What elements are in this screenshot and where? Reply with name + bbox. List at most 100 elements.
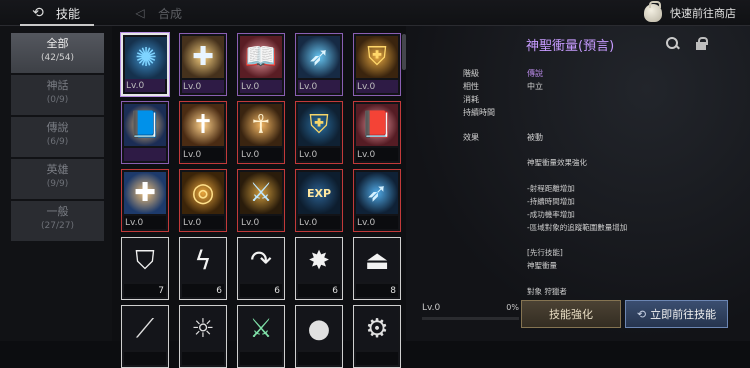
slot-count: 8 <box>390 286 396 296</box>
shield-outline-icon: ⛉ <box>124 240 166 282</box>
skill-detail-panel: 神聖衝量(預言) 階級 傳說 相性 中立 消耗 持續時間 效果 被動 神聖衝量效… <box>406 26 750 341</box>
slot-level: Lv.0 <box>183 150 202 160</box>
skill-slot[interactable]: ☼ <box>179 305 227 368</box>
skill-slot[interactable]: ↷ 6 <box>237 237 285 300</box>
category-all[interactable]: 全部 (42/54) <box>11 33 104 73</box>
wing-slash-icon: ➶ <box>356 172 398 214</box>
slot-level: Lv.0 <box>126 81 145 91</box>
skill-slot[interactable]: ⚔ Lv.0 <box>237 169 285 232</box>
shield-x-blue-icon: ⛨ <box>298 104 340 146</box>
go-to-skill-label: 立即前往技能 <box>650 308 717 321</box>
description-line: -成功機率增加 <box>527 210 575 219</box>
golden-orb-icon: ◎ <box>182 172 224 214</box>
weight-icon: ⏏ <box>356 240 398 282</box>
skill-slot[interactable]: 📕 Lv.0 <box>353 101 401 164</box>
slot-level: Lv.0 <box>183 218 202 228</box>
holy-book-red-icon: 📕 <box>356 104 398 146</box>
stat-value: 中立 <box>527 82 543 91</box>
description-line: -區域對象的追蹤範圍數量增加 <box>527 223 628 232</box>
skill-slot[interactable]: ◎ Lv.0 <box>179 169 227 232</box>
category-count: (27/27) <box>41 221 74 231</box>
slot-level: Lv.0 <box>299 82 318 92</box>
skill-slot[interactable]: ⚔ <box>237 305 285 368</box>
holy-star-icon: ✺ <box>125 37 167 79</box>
swirl-icon: ⟲ <box>636 307 647 321</box>
category-count: (9/9) <box>46 179 69 189</box>
skill-slot[interactable]: ϟ6 <box>179 237 227 300</box>
craft-icon: ◁ <box>135 6 145 20</box>
skill-slot[interactable]: ⛨ Lv.0 <box>295 101 343 164</box>
category-legendary[interactable]: 傳說 (6/9) <box>11 117 104 157</box>
slot-level: Lv.0 <box>299 150 318 160</box>
slot-level: Lv.0 <box>299 218 318 228</box>
gear-icon: ⚙ <box>356 308 398 350</box>
stat-key: 消耗 <box>463 95 479 104</box>
search-icon[interactable] <box>666 37 680 51</box>
description-line: 神聖衝量 <box>527 261 557 270</box>
tab-skills[interactable]: ⟲ 技能 <box>19 0 95 26</box>
shop-link-button[interactable]: 快速前往商店 <box>644 1 736 24</box>
category-count: (6/9) <box>46 137 69 147</box>
slot-level: Lv.0 <box>183 82 202 92</box>
slot-footer <box>124 352 166 365</box>
category-label: 神話 <box>46 79 69 92</box>
tab-craft[interactable]: ◁ 合成 <box>132 0 182 26</box>
slot-level: Lv.0 <box>125 218 144 228</box>
skill-slot[interactable]: ✺ Lv.0 <box>121 33 169 96</box>
skill-slot[interactable]: ✝ Lv.0 <box>179 101 227 164</box>
orb-icon: ● <box>298 308 340 350</box>
category-count: (0/9) <box>46 95 69 105</box>
slot-level: Lv.0 <box>241 150 260 160</box>
slot-level: Lv.0 <box>357 150 376 160</box>
category-hero[interactable]: 英雄 (9/9) <box>11 159 104 199</box>
skill-grid: ✺ Lv.0 ✚ Lv.0 📖 Lv.0 ➶ Lv.0 ⛨ Lv.0 📘 ✝ Lv.0 ☥ Lv.0 ⛨ Lv.… <box>112 26 406 368</box>
stat-key: 階級 <box>463 69 479 78</box>
description-line: 對象 狩獵者 <box>527 287 567 296</box>
category-label: 傳說 <box>46 121 69 134</box>
skill-slot[interactable]: ⟋ <box>121 305 169 368</box>
skill-slot[interactable]: ✚ Lv.0 <box>179 33 227 96</box>
slot-footer <box>182 352 224 365</box>
effect-value: 被動 <box>527 133 543 142</box>
slot-count: 6 <box>332 286 338 296</box>
skill-slot[interactable]: 📘 <box>121 101 169 164</box>
description-line: [先行技能] <box>527 248 563 257</box>
lock-icon[interactable] <box>696 37 708 50</box>
holy-book-icon: 📖 <box>240 36 282 78</box>
description-line: -射程距離增加 <box>527 184 575 193</box>
enhance-skill-button[interactable]: 技能強化 <box>521 300 621 328</box>
shield-x-icon: ⛨ <box>356 36 398 78</box>
go-to-skill-button[interactable]: ⟲ 立即前往技能 <box>625 300 728 328</box>
cross-tome-icon: ✚ <box>124 172 166 214</box>
slot-footer <box>240 352 282 365</box>
skill-slot[interactable]: ☥ Lv.0 <box>237 101 285 164</box>
skill-slot[interactable]: ⛨ Lv.0 <box>353 33 401 96</box>
skill-slot[interactable]: ⏏ 8 <box>353 237 401 300</box>
sun-gear-icon: ☼ <box>182 308 224 350</box>
skill-slot[interactable]: ➶ Lv.0 <box>295 33 343 96</box>
progress-percent: 0% <box>506 303 519 312</box>
skill-slot[interactable]: ➶ Lv.0 <box>353 169 401 232</box>
tab-skills-label: 技能 <box>56 6 81 21</box>
category-normal[interactable]: 一般 (27/27) <box>11 201 104 241</box>
skill-slot[interactable]: ✸ 6 <box>295 237 343 300</box>
skill-slot[interactable]: ✚ Lv.0 <box>121 169 169 232</box>
tab-craft-label: 合成 <box>158 6 183 21</box>
effect-key: 效果 <box>463 133 479 142</box>
skill-level: Lv.0 <box>422 303 441 313</box>
skill-swirl-icon: ⟲ <box>32 5 44 21</box>
golden-sword-icon: ⚔ <box>240 172 282 214</box>
stat-key: 持續時間 <box>463 108 495 117</box>
skill-slot[interactable]: ● <box>295 305 343 368</box>
skill-title: 神聖衝量(預言) <box>526 39 615 54</box>
skill-slot[interactable]: EXP Lv.0 <box>295 169 343 232</box>
skill-slot[interactable]: 📖 Lv.0 <box>237 33 285 96</box>
skill-slot[interactable]: ⚙ <box>353 305 401 368</box>
category-mythic[interactable]: 神話 (0/9) <box>11 75 104 115</box>
shop-link-label: 快速前往商店 <box>670 7 736 20</box>
starburst-icon: ✸ <box>298 240 340 282</box>
category-label: 英雄 <box>46 163 69 176</box>
slot-count: 6 <box>274 286 280 296</box>
skill-slot[interactable]: ⛉ 7 <box>121 237 169 300</box>
slot-level: Lv.0 <box>357 82 376 92</box>
